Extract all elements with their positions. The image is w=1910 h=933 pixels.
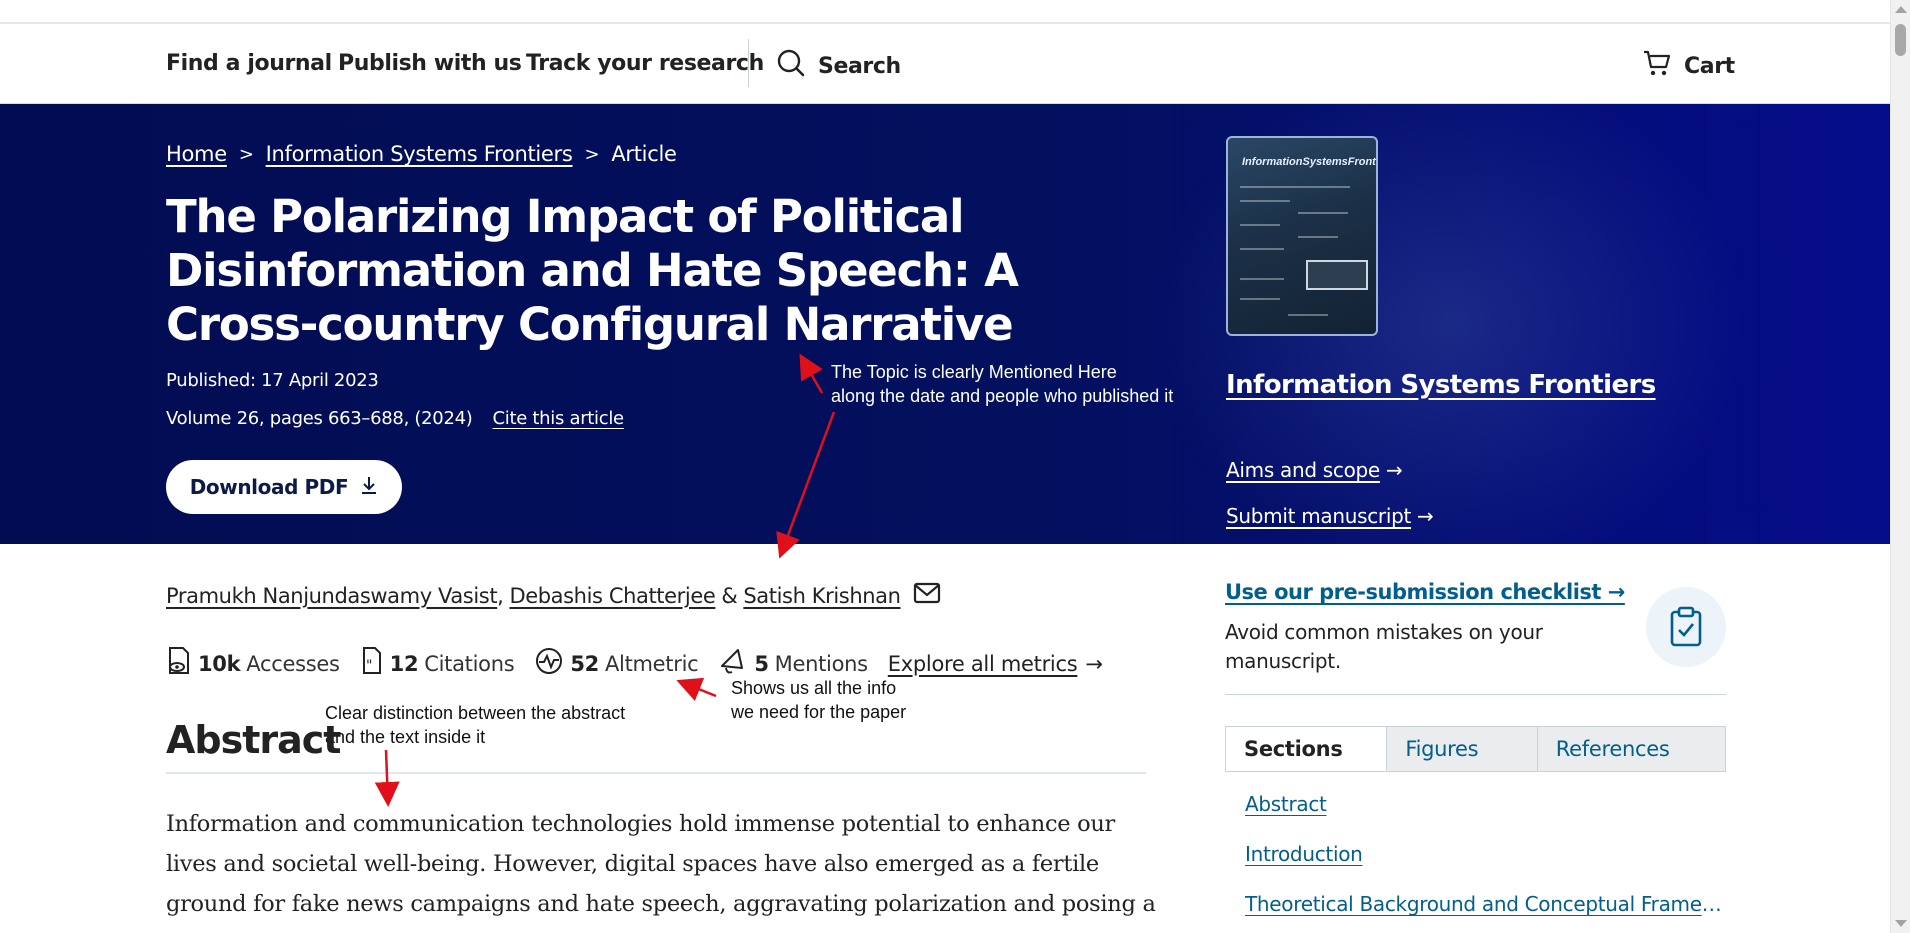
email-icon[interactable] (913, 582, 941, 609)
article-metrics: 10k Accesses " 12 Citations 52 Altmetric… (166, 646, 1103, 681)
volume-info: Volume 26, pages 663–688, (2024) Cite th… (166, 408, 624, 429)
cart-button[interactable]: Cart (1642, 48, 1735, 84)
nav-track-research[interactable]: Track your research (526, 51, 764, 76)
annotation-topic: The Topic is clearly Mentioned Here alon… (831, 362, 1174, 406)
submit-manuscript-link[interactable]: Submit manuscript → (1226, 504, 1434, 528)
aims-scope-link[interactable]: Aims and scope → (1226, 458, 1403, 482)
chevron-right-icon: > (584, 143, 600, 165)
top-navigation: Find a journal Publish with us Track you… (0, 24, 1890, 104)
tab-figures[interactable]: Figures (1387, 727, 1538, 771)
metric-altmetric: 52 Altmetric (534, 646, 699, 681)
abstract-divider (166, 772, 1146, 774)
sidebar-divider (1225, 694, 1726, 695)
metric-citations: " 12 Citations (360, 646, 515, 681)
scroll-down-icon[interactable] (1895, 920, 1907, 927)
download-pdf-label: Download PDF (189, 475, 349, 499)
page-scrollbar[interactable] (1890, 0, 1910, 933)
search-icon (776, 48, 806, 84)
browser-top-strip (0, 0, 1890, 24)
nav-find-journal[interactable]: Find a journal (166, 51, 332, 76)
scroll-thumb[interactable] (1895, 24, 1906, 56)
download-pdf-button[interactable]: Download PDF (166, 460, 402, 514)
arrow-right-icon: → (1417, 504, 1434, 528)
tab-references[interactable]: References (1538, 727, 1725, 771)
arrow-to-metrics (676, 677, 717, 702)
citation-icon: " (360, 646, 384, 681)
search-label: Search (818, 53, 901, 79)
toc-item-introduction[interactable]: Introduction (1245, 842, 1363, 866)
cite-article-link[interactable]: Cite this article (492, 408, 624, 429)
abstract-text: Information and communication technologi… (166, 811, 1156, 933)
author-list: Pramukh Nanjundaswamy Vasist, Debashis C… (166, 582, 941, 609)
annotation-abstract: Clear distinction between the abstract a… (325, 703, 626, 747)
metric-accesses: 10k Accesses (166, 646, 340, 681)
breadcrumb: Home > Information Systems Frontiers > A… (166, 142, 677, 166)
checklist-link[interactable]: Use our pre-submission checklist → (1225, 580, 1625, 604)
cart-label: Cart (1684, 53, 1735, 79)
explore-metrics-link[interactable]: Explore all metrics → (888, 652, 1103, 676)
breadcrumb-journal[interactable]: Information Systems Frontiers (266, 142, 573, 166)
svg-text:": " (366, 658, 372, 674)
published-date: Published: 17 April 2023 (166, 370, 379, 391)
clipboard-check-icon (1646, 587, 1726, 667)
arrow-right-icon: → (1085, 651, 1103, 676)
abstract-heading: Abstract (166, 718, 341, 762)
author-link[interactable]: Satish Krishnan (743, 584, 901, 608)
tab-sections[interactable]: Sections (1226, 727, 1388, 771)
author-link[interactable]: Pramukh Nanjundaswamy Vasist (166, 584, 498, 608)
toc-item-theoretical-background[interactable]: Theoretical Background and Conceptual Fr… (1245, 892, 1725, 916)
chevron-right-icon: > (238, 143, 254, 165)
nav-publish-with-us[interactable]: Publish with us (338, 51, 522, 76)
toc-item-abstract[interactable]: Abstract (1245, 792, 1327, 816)
breadcrumb-current: Article (611, 142, 677, 166)
article-title: The Polarizing Impact of Political Disin… (166, 190, 1019, 351)
annotation-metrics: Shows us all the info we need for the pa… (731, 678, 907, 722)
volume-text: Volume 26, pages 663–688, (2024) (166, 408, 473, 429)
journal-name-link[interactable]: Information Systems Frontiers (1226, 370, 1656, 400)
checklist-description: Avoid common mistakes on your manuscript… (1225, 620, 1543, 673)
sidebar-tabs: Sections Figures References (1225, 726, 1726, 772)
cart-icon (1642, 48, 1672, 84)
journal-cover-image[interactable]: InformationSystemsFrontiers (1226, 136, 1378, 336)
scroll-up-icon[interactable] (1895, 6, 1907, 13)
author-link[interactable]: Debashis Chatterjee (509, 584, 715, 608)
nav-divider (748, 39, 749, 87)
arrow-right-icon: → (1385, 458, 1403, 482)
altmetric-icon (534, 646, 564, 681)
breadcrumb-home[interactable]: Home (166, 142, 227, 166)
arrow-to-abstract (374, 749, 400, 807)
download-icon (360, 475, 378, 500)
article-header: Home > Information Systems Frontiers > A… (0, 104, 1890, 544)
eye-document-icon (166, 646, 192, 681)
cover-logo-text: InformationSystemsFrontiers (1242, 156, 1376, 168)
search-button[interactable]: Search (776, 48, 901, 84)
